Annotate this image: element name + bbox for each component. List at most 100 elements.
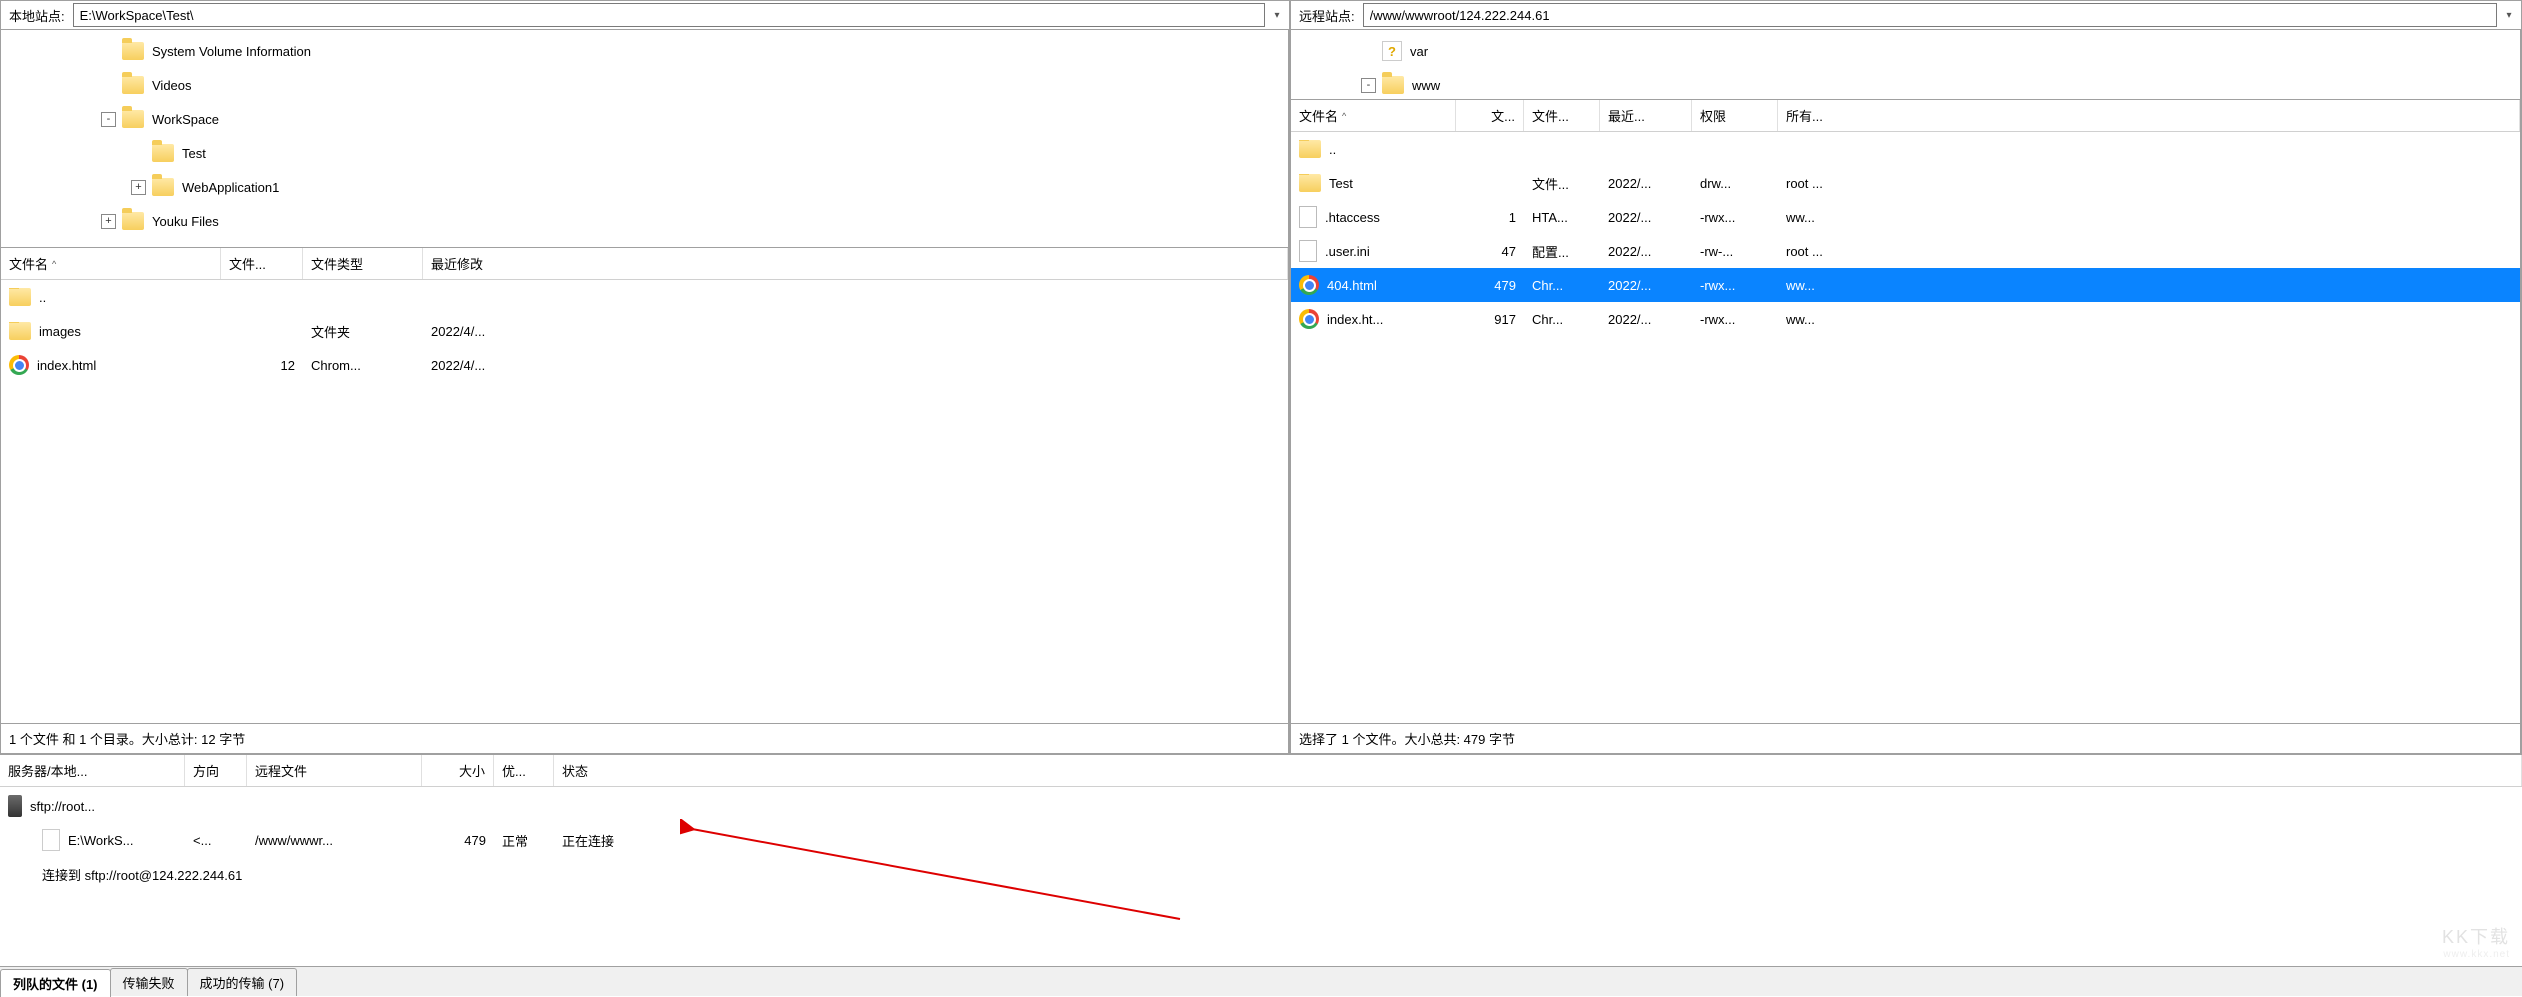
folder-icon [122, 212, 144, 230]
local-list-header: 文件名^ 文件... 文件类型 最近修改 [1, 248, 1288, 280]
local-status-bar: 1 个文件 和 1 个目录。大小总计: 12 字节 [0, 724, 1289, 754]
remote-address-input[interactable] [1363, 3, 2497, 27]
remote-list-row[interactable]: .htaccess1HTA...2022/...-rwx...ww... [1291, 200, 2520, 234]
tree-item-label: var [1410, 44, 1428, 59]
tab-failed-transfers[interactable]: 传输失败 [110, 968, 188, 996]
expand-toggle-icon[interactable]: - [101, 112, 116, 127]
local-col-name[interactable]: 文件名^ [1, 248, 221, 279]
chrome-icon [1299, 309, 1319, 329]
chrome-icon [9, 355, 29, 375]
folder-icon [152, 144, 174, 162]
remote-address-bar: 远程站点: ▾ [1290, 0, 2521, 30]
folder-icon [122, 76, 144, 94]
file-name: index.html [37, 358, 96, 373]
remote-col-type[interactable]: 文件... [1524, 100, 1600, 131]
folder-icon [9, 322, 31, 340]
folder-icon [122, 110, 144, 128]
tree-item-label: www [1412, 78, 1440, 93]
local-file-list: 文件名^ 文件... 文件类型 最近修改 .. images文件夹2022/4/.… [0, 248, 1289, 724]
queue-col-priority[interactable]: 优... [494, 755, 554, 786]
file-size: 479 [1456, 278, 1524, 293]
expand-toggle-icon[interactable]: - [1361, 78, 1376, 93]
queue-col-direction[interactable]: 方向 [185, 755, 247, 786]
local-col-type[interactable]: 文件类型 [303, 248, 423, 279]
tree-item[interactable]: Test [1, 136, 1288, 170]
local-pane: 本地站点: ▾ System Volume Information Videos -… [0, 0, 1290, 754]
file-modified: 2022/4/... [423, 358, 1288, 373]
folder-icon [152, 178, 174, 196]
queue-row[interactable]: sftp://root... [0, 789, 2522, 823]
file-name: .. [39, 290, 46, 305]
sort-asc-icon: ^ [52, 259, 56, 269]
file-modified: 2022/... [1600, 244, 1692, 259]
folder-icon [122, 42, 144, 60]
page-icon [42, 829, 60, 851]
file-type: HTA... [1524, 210, 1600, 225]
queue-remote-file: /www/wwwr... [247, 833, 422, 848]
remote-list-row[interactable]: Test文件...2022/...drw...root ... [1291, 166, 2520, 200]
folder-icon [1299, 140, 1321, 158]
local-tree[interactable]: System Volume Information Videos - WorkSpac… [0, 30, 1289, 248]
remote-list-row[interactable]: .user.ini47配置...2022/...-rw-...root ... [1291, 234, 2520, 268]
queue-col-server[interactable]: 服务器/本地... [0, 755, 185, 786]
tree-item[interactable]: System Volume Information [1, 34, 1288, 68]
tree-item-label: System Volume Information [152, 44, 311, 59]
file-icon [1299, 206, 1317, 228]
folder-icon [9, 288, 31, 306]
remote-col-modified[interactable]: 最近... [1600, 100, 1692, 131]
remote-col-owner[interactable]: 所有... [1778, 100, 2520, 131]
tree-item[interactable]: - www [1291, 68, 2520, 100]
local-list-row[interactable]: images文件夹2022/4/... [1, 314, 1288, 348]
tree-item[interactable]: +WebApplication1 [1, 170, 1288, 204]
tree-item[interactable]: ?var [1291, 34, 2520, 68]
file-owner: root ... [1778, 244, 2520, 259]
queue-priority: 正常 [494, 831, 554, 850]
local-col-modified[interactable]: 最近修改 [423, 248, 1288, 279]
file-size: 917 [1456, 312, 1524, 327]
sort-asc-icon: ^ [1342, 111, 1346, 121]
remote-file-list: 文件名^ 文... 文件... 最近... 权限 所有... ..Test文件.… [1290, 100, 2521, 724]
remote-col-permissions[interactable]: 权限 [1692, 100, 1778, 131]
tree-item[interactable]: Videos [1, 68, 1288, 102]
queue-message: 连接到 sftp://root@124.222.244.61 [0, 865, 250, 884]
queue-col-status[interactable]: 状态 [554, 755, 2522, 786]
expand-toggle-icon[interactable]: + [101, 214, 116, 229]
queue-col-size[interactable]: 大小 [422, 755, 494, 786]
queue-row[interactable]: 连接到 sftp://root@124.222.244.61 [0, 857, 2522, 891]
expand-toggle-icon[interactable]: + [131, 180, 146, 195]
queue-col-remote[interactable]: 远程文件 [247, 755, 422, 786]
remote-list-row[interactable]: 404.html479Chr...2022/...-rwx...ww... [1291, 268, 2520, 302]
local-address-dropdown-icon[interactable]: ▾ [1265, 10, 1289, 21]
tree-item-label: WorkSpace [152, 112, 219, 127]
server-icon [8, 795, 22, 817]
remote-pane: 远程站点: ▾ ?var - www 文件名^ 文... 文件... 最近... 权… [1290, 0, 2522, 754]
file-type: 文件... [1524, 174, 1600, 193]
tree-item[interactable]: - WorkSpace [1, 102, 1288, 136]
remote-address-dropdown-icon[interactable]: ▾ [2497, 10, 2521, 21]
tree-item-label: Youku Files [152, 214, 219, 229]
queue-body[interactable]: sftp://root...E:\WorkS...<.../www/wwwr..… [0, 787, 2522, 966]
queue-size: 479 [422, 833, 494, 848]
tab-queued-files[interactable]: 列队的文件 (1) [0, 969, 111, 997]
file-modified: 2022/... [1600, 278, 1692, 293]
tree-item-label: Videos [152, 78, 192, 93]
local-address-input[interactable] [73, 3, 1265, 27]
file-type: 配置... [1524, 242, 1600, 261]
remote-list-row[interactable]: index.ht...917Chr...2022/...-rwx...ww... [1291, 302, 2520, 336]
remote-list-row[interactable]: .. [1291, 132, 2520, 166]
file-name: index.ht... [1327, 312, 1383, 327]
remote-col-size[interactable]: 文... [1456, 100, 1524, 131]
local-list-row[interactable]: .. [1, 280, 1288, 314]
tab-successful-transfers[interactable]: 成功的传输 (7) [187, 968, 298, 996]
file-type: Chr... [1524, 278, 1600, 293]
local-col-size[interactable]: 文件... [221, 248, 303, 279]
tree-item[interactable]: + Youku Files [1, 204, 1288, 238]
queue-tabs: 列队的文件 (1) 传输失败 成功的传输 (7) [0, 966, 2522, 996]
local-address-bar: 本地站点: ▾ [0, 0, 1289, 30]
queue-pane: 服务器/本地... 方向 远程文件 大小 优... 状态 sftp://root… [0, 754, 2522, 996]
remote-col-name[interactable]: 文件名^ [1291, 100, 1456, 131]
queue-local-file: E:\WorkS... [68, 833, 134, 848]
queue-row[interactable]: E:\WorkS...<.../www/wwwr...479正常正在连接 [0, 823, 2522, 857]
local-list-row[interactable]: index.html12Chrom...2022/4/... [1, 348, 1288, 382]
remote-tree[interactable]: ?var - www [1290, 30, 2521, 100]
